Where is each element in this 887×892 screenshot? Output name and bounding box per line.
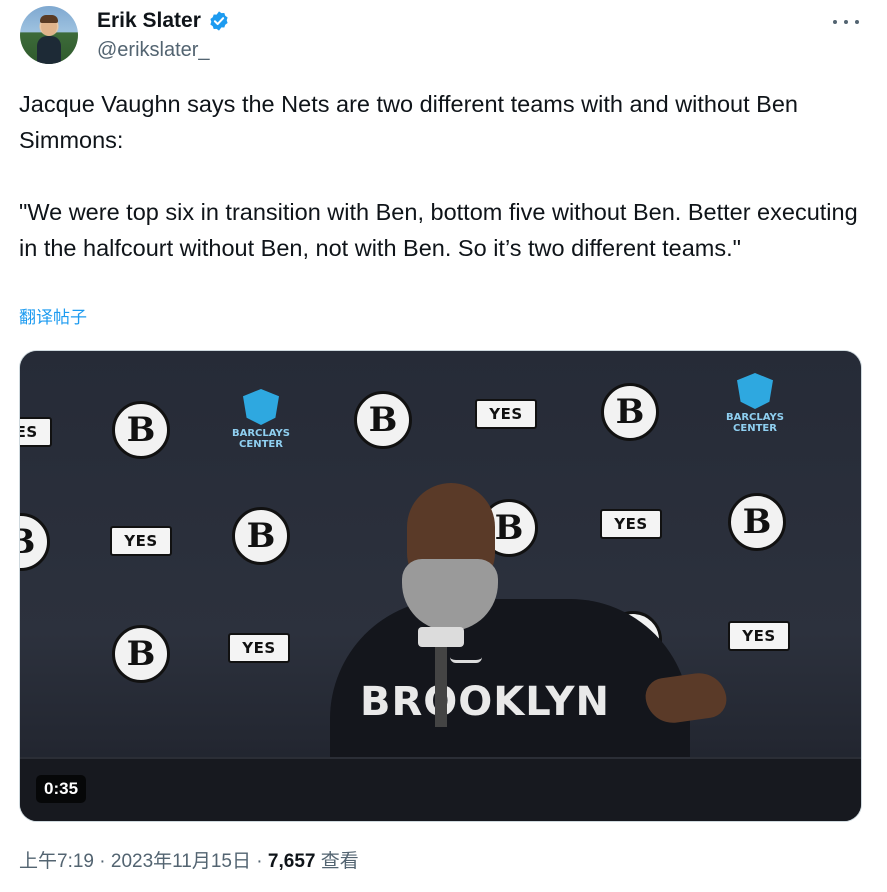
nets-b-logo: B (112, 625, 170, 683)
tweet-text: Jacque Vaughn says the Nets are two diff… (19, 86, 869, 266)
author-handle[interactable]: @erikslater_ (97, 36, 230, 64)
barclays-center-logo: BARCLAYS CENTER (226, 389, 296, 459)
tweet-text-line1: Jacque Vaughn says the Nets are two diff… (19, 91, 798, 153)
yes-logo: YES (228, 633, 290, 663)
verified-badge-icon (210, 11, 228, 31)
microphone (418, 627, 464, 647)
tweet-header: Erik Slater @erikslater_ (20, 6, 867, 68)
tweet-time[interactable]: 上午7:19 (19, 851, 94, 872)
yes-logo: YES (110, 526, 172, 556)
video-player[interactable]: YES B BARCLAYS CENTER B YES B BARCLAYS C… (19, 350, 862, 822)
nets-b-logo: B (112, 401, 170, 459)
yes-logo: YES (728, 621, 790, 651)
translate-post-link[interactable]: 翻译帖子 (19, 306, 87, 330)
tweet-meta: 上午7:19 · 2023年11月15日 · 7,657 查看 (19, 848, 359, 876)
nets-b-logo: B (601, 383, 659, 441)
barclays-center-logo: BARCLAYS CENTER (720, 373, 790, 443)
tweet-text-quote: "We were top six in transition with Ben,… (19, 199, 858, 261)
microphone-stand (435, 647, 447, 727)
meta-separator: · (251, 851, 268, 872)
author-names: Erik Slater @erikslater_ (97, 8, 230, 64)
avatar-hair (40, 15, 58, 23)
hoodie-text: BROOKLYN (360, 679, 610, 725)
yes-logo: YES (475, 399, 537, 429)
press-table (20, 757, 861, 821)
view-count: 7,657 (267, 851, 316, 872)
nets-b-logo: B (232, 507, 290, 565)
meta-separator: · (93, 851, 111, 872)
video-duration-badge: 0:35 (36, 775, 87, 803)
avatar[interactable] (20, 6, 78, 64)
swoosh-logo (450, 657, 482, 663)
yes-logo: YES (20, 417, 52, 447)
nets-b-logo: B (354, 391, 412, 449)
nets-b-logo: B (728, 493, 786, 551)
display-name[interactable]: Erik Slater (97, 8, 201, 34)
tweet-date[interactable]: 2023年11月15日 (111, 851, 251, 872)
views-label: 查看 (315, 851, 359, 872)
avatar-body (37, 36, 61, 64)
more-options-icon[interactable] (833, 12, 859, 32)
